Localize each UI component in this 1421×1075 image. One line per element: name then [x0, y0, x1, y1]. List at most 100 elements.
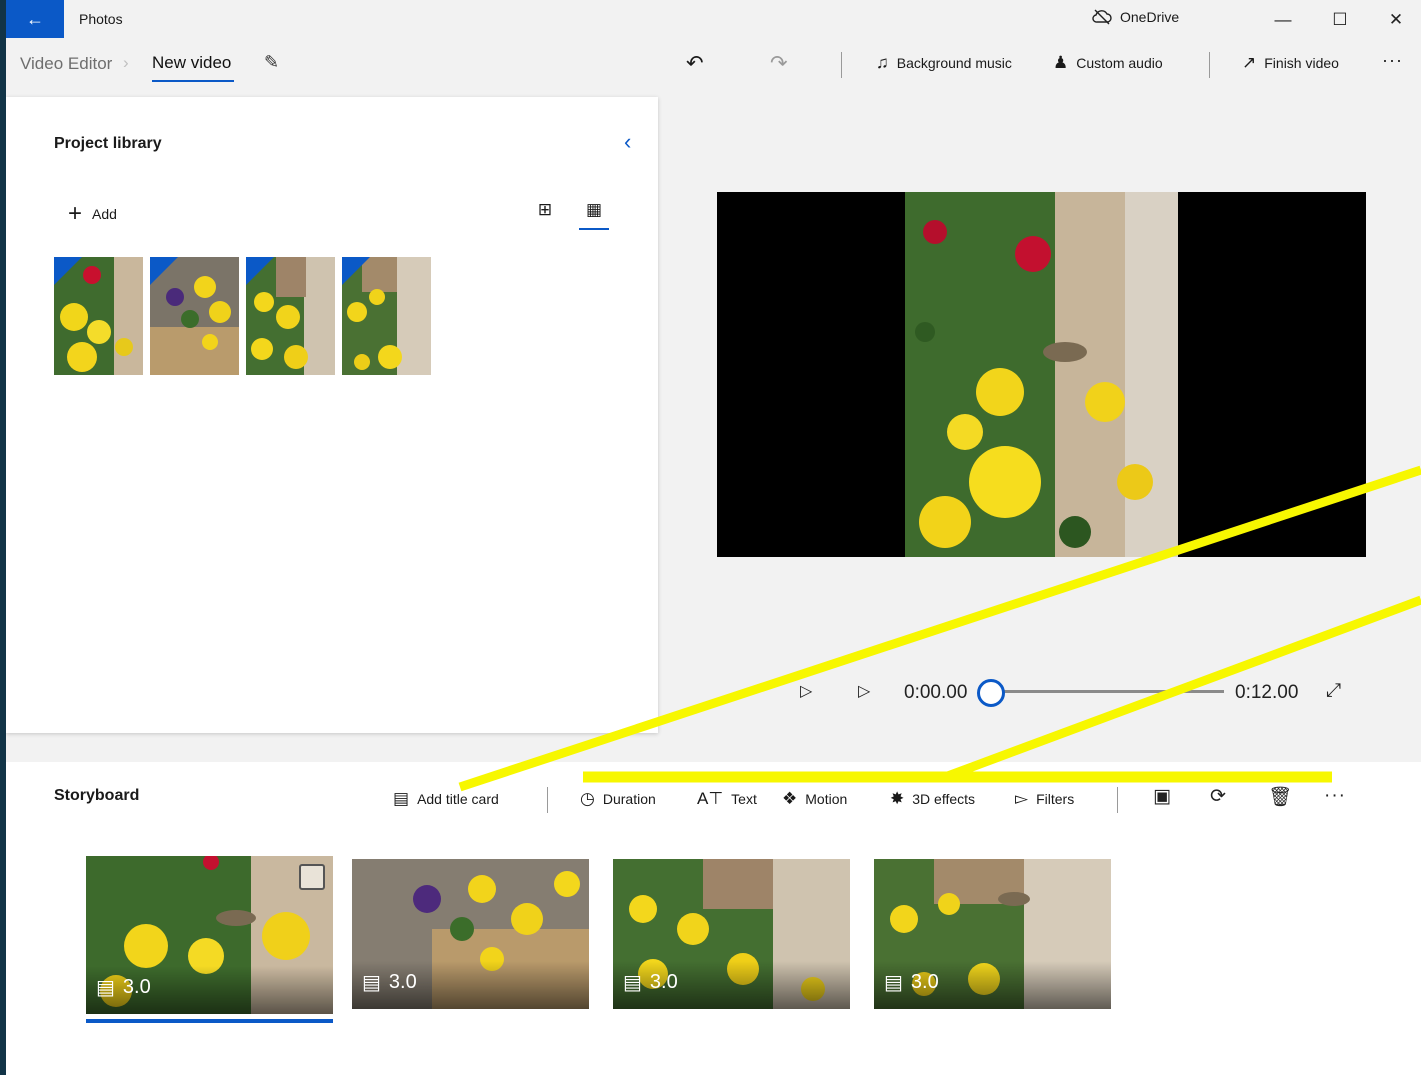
add-label: Add [92, 206, 117, 222]
library-item[interactable] [150, 257, 239, 375]
3d-effects-button[interactable]: ✸ 3D effects [890, 789, 975, 809]
library-item[interactable] [246, 257, 335, 375]
clip-duration: ▤ 3.0 [96, 975, 151, 1000]
3d-effects-icon: ✸ [890, 789, 905, 808]
large-grid-view-icon[interactable]: ⊞ [530, 200, 560, 224]
3d-effects-label: 3D effects [912, 791, 976, 807]
motion-button[interactable]: ❖ Motion [782, 789, 847, 809]
in-use-corner-badge [342, 257, 370, 285]
redo-icon: ↷ [770, 52, 788, 75]
breadcrumb-new-video[interactable]: New video [152, 53, 231, 73]
collapse-chevron-icon[interactable]: ‹ [624, 129, 631, 155]
onedrive-label: OneDrive [1120, 9, 1180, 25]
chevron-right-icon: › [123, 53, 129, 72]
more-icon: ··· [1382, 50, 1403, 70]
filters-icon: ▻ [1015, 789, 1029, 808]
image-icon: ▤ [884, 972, 903, 994]
annotation-line [943, 595, 1421, 782]
breadcrumb-underline [152, 80, 234, 82]
add-media-button[interactable]: + Add [68, 200, 117, 228]
in-use-corner-badge [150, 257, 178, 285]
storyboard-more-icon[interactable]: ··· [1324, 785, 1346, 807]
app-title: Photos [79, 11, 123, 27]
duration-label: Duration [602, 791, 656, 807]
seek-thumb[interactable] [977, 679, 1005, 707]
desktop-edge [0, 0, 6, 1075]
add-title-card-label: Add title card [417, 791, 499, 807]
image-icon: ▤ [96, 977, 115, 999]
in-use-corner-badge [54, 257, 82, 285]
more-options-button[interactable]: ··· [1382, 50, 1403, 71]
back-button[interactable]: ← [6, 0, 64, 38]
filters-button[interactable]: ▻ Filters [1015, 789, 1074, 809]
clip-selected-indicator [86, 1019, 333, 1023]
onedrive-status[interactable]: OneDrive [1092, 9, 1179, 25]
close-button[interactable]: ✕ [1376, 4, 1416, 36]
storyboard-clip[interactable]: ▤ 3.0 [613, 859, 850, 1009]
minimize-button[interactable]: — [1263, 4, 1303, 36]
filters-label: Filters [1036, 791, 1075, 807]
flower-photo [905, 192, 1178, 557]
resize-icon[interactable]: ▣ [1153, 785, 1171, 808]
storyboard-clip[interactable]: ▤ 3.0 [352, 859, 589, 1009]
play-button[interactable]: ▷ [800, 681, 812, 701]
clip-duration-value: 3.0 [122, 976, 151, 998]
project-library-panel: Project library ‹ + Add ⊞ ▦ [6, 97, 658, 733]
storyboard-clip[interactable]: ▤ 3.0 [874, 859, 1111, 1009]
motion-icon: ❖ [782, 789, 798, 808]
preview-frame [905, 192, 1178, 557]
finish-video-button[interactable]: ↗ Finish video [1242, 53, 1339, 73]
command-bar: Video Editor › New video ✎ ↶ ↷ ♫ Backgro… [0, 40, 1421, 90]
text-label: Text [731, 791, 757, 807]
clip-duration-value: 3.0 [649, 971, 678, 993]
next-frame-icon: ▷​ [858, 683, 871, 700]
toolbar-divider [1209, 52, 1210, 78]
storyboard-title: Storyboard [54, 787, 140, 804]
toolbar-divider [841, 52, 842, 78]
image-icon: ▤ [362, 972, 381, 994]
text-icon: A⊤ [697, 789, 724, 808]
expand-button[interactable]: ⤢ [1326, 680, 1341, 702]
current-time: 0:00.00 [904, 682, 968, 703]
music-note-icon: ♫ [876, 53, 889, 72]
toolbar-divider [547, 787, 548, 813]
clip-duration-value: 3.0 [910, 971, 939, 993]
toolbar-divider [1117, 787, 1118, 813]
library-item[interactable] [54, 257, 143, 375]
undo-icon: ↶ [686, 52, 704, 75]
video-preview[interactable] [717, 192, 1366, 557]
breadcrumb-video-editor[interactable]: Video Editor [20, 54, 112, 74]
in-use-corner-badge [246, 257, 274, 285]
project-library-title: Project library [54, 135, 162, 152]
arrow-left-icon: ← [26, 8, 44, 29]
clip-checkbox[interactable] [299, 864, 325, 890]
text-button[interactable]: A⊤ Text [697, 789, 757, 809]
delete-icon[interactable]: 🗑 [1268, 785, 1292, 809]
person-audio-icon: ♟ [1053, 53, 1069, 72]
duration-button[interactable]: ◷ Duration [580, 789, 656, 809]
next-frame-button[interactable]: ▷​ [858, 681, 870, 701]
clip-duration: ▤ 3.0 [884, 970, 939, 995]
storyboard-clip[interactable]: ▤ 3.0 [86, 856, 333, 1014]
library-item[interactable] [342, 257, 431, 375]
rotate-icon[interactable]: ⟳ [1210, 785, 1226, 808]
rename-pencil-icon[interactable]: ✎ [264, 52, 279, 73]
play-icon: ▷ [800, 683, 813, 700]
total-time: 0:12.00 [1235, 682, 1299, 703]
background-music-button[interactable]: ♫ Background music [876, 53, 1012, 73]
maximize-button[interactable]: ☐ [1320, 4, 1360, 36]
undo-button[interactable]: ↶ [686, 51, 704, 76]
add-title-card-button[interactable]: ▤ Add title card [393, 789, 499, 809]
seek-track[interactable] [1002, 690, 1224, 693]
finish-video-label: Finish video [1264, 55, 1339, 71]
clip-duration: ▤ 3.0 [362, 970, 417, 995]
expand-icon: ⤢ [1326, 680, 1342, 701]
small-grid-view-icon[interactable]: ▦ [579, 200, 609, 224]
cloud-off-icon [1092, 9, 1112, 25]
image-icon: ▤ [623, 972, 642, 994]
share-icon: ↗ [1242, 53, 1257, 72]
title-bar: ← Photos OneDrive — ☐ ✕ [0, 0, 1421, 40]
custom-audio-button[interactable]: ♟ Custom audio [1053, 53, 1163, 73]
title-card-icon: ▤ [393, 789, 410, 808]
redo-button[interactable]: ↷ [770, 51, 788, 76]
